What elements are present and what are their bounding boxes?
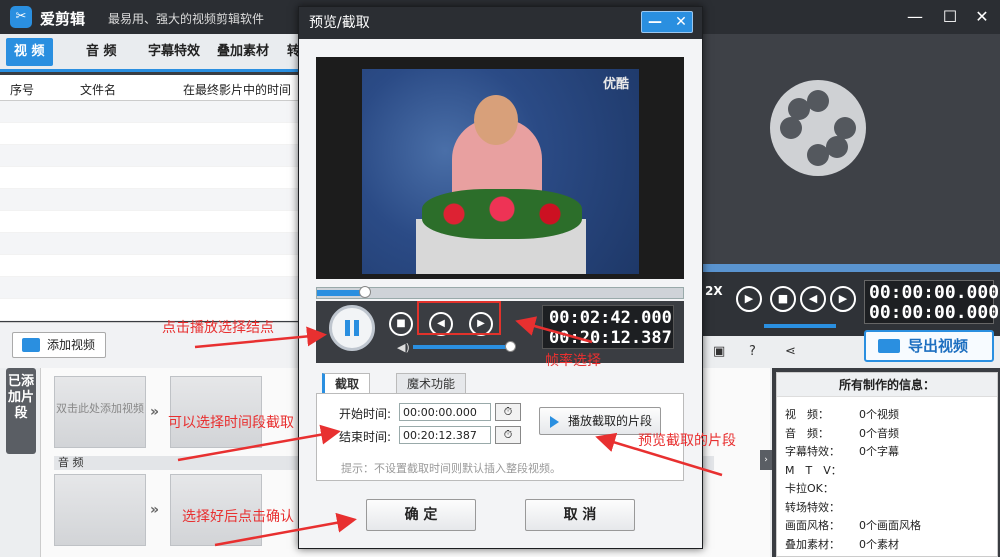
annotation-time-range: 可以选择时间段截取 [168, 415, 294, 431]
annotation-play-point: 点击播放选择结点 [162, 320, 274, 336]
annotation-confirm: 选择好后点击确认 [182, 509, 294, 525]
annotation-arrows [177, 316, 723, 547]
annotation-frame-select: 帧率选择 [545, 353, 601, 369]
arrow-frame-select [515, 316, 593, 344]
arrow-time-range [177, 424, 341, 462]
annotation-preview-clip: 预览截取的片段 [638, 433, 736, 449]
